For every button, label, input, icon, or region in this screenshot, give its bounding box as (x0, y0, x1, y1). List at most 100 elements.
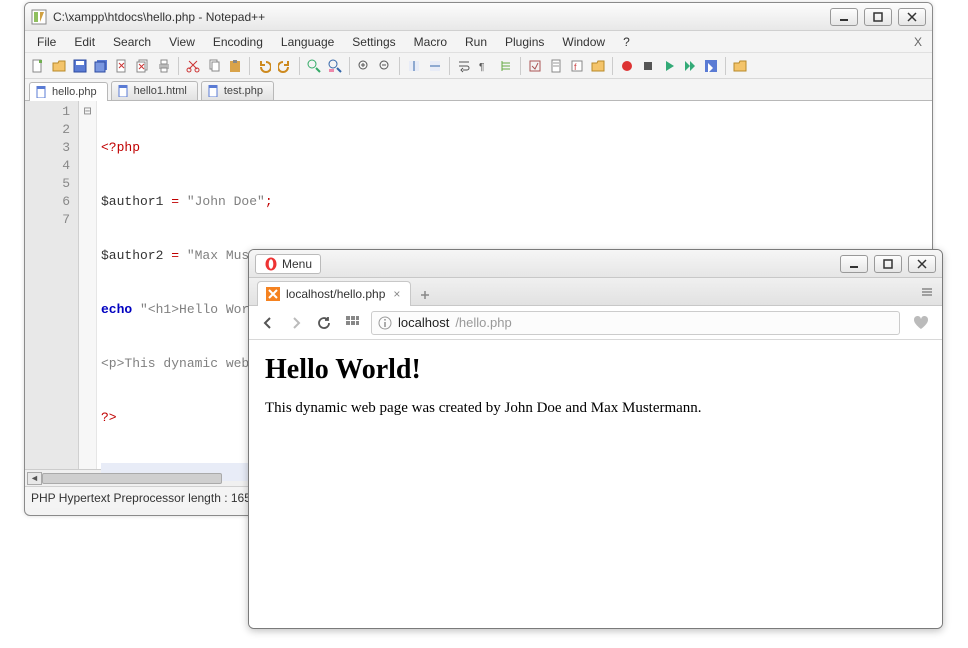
url-path: /hello.php (455, 315, 511, 330)
save-macro-icon[interactable] (702, 57, 720, 75)
menu-encoding[interactable]: Encoding (205, 33, 271, 51)
menu-edit[interactable]: Edit (66, 33, 103, 51)
lang-user-icon[interactable] (526, 57, 544, 75)
print-icon[interactable] (155, 57, 173, 75)
site-info-icon[interactable] (378, 316, 392, 330)
indent-guide-icon[interactable] (497, 57, 515, 75)
toolbar-separator (520, 57, 521, 75)
new-file-icon[interactable] (29, 57, 47, 75)
menu-help[interactable]: ? (615, 33, 638, 51)
close-file-icon[interactable] (113, 57, 131, 75)
file-tab-hello-php[interactable]: hello.php (29, 82, 108, 101)
opera-titlebar[interactable]: Menu (249, 250, 942, 278)
zoom-out-icon[interactable] (376, 57, 394, 75)
status-text: PHP Hypertext Preprocessor length : 165 (31, 491, 251, 505)
opera-logo-icon (264, 257, 278, 271)
func-list-icon[interactable]: f (568, 57, 586, 75)
file-blue-icon (118, 85, 130, 97)
close-all-icon[interactable] (134, 57, 152, 75)
maximize-button[interactable] (864, 8, 892, 26)
menu-macro[interactable]: Macro (406, 33, 455, 51)
minimize-button[interactable] (840, 255, 868, 273)
undo-icon[interactable] (255, 57, 273, 75)
toolbar-separator (725, 57, 726, 75)
window-controls (840, 255, 936, 273)
opera-menu-button[interactable]: Menu (255, 254, 321, 274)
folder-workspace-icon[interactable] (589, 57, 607, 75)
maximize-button[interactable] (874, 255, 902, 273)
tab-close-icon[interactable]: × (391, 287, 402, 301)
window-controls (830, 8, 926, 26)
find-icon[interactable] (305, 57, 323, 75)
record-macro-icon[interactable] (618, 57, 636, 75)
reload-button[interactable] (315, 314, 333, 332)
toolbar-separator (178, 57, 179, 75)
menu-plugins[interactable]: Plugins (497, 33, 552, 51)
show-folder-icon[interactable] (731, 57, 749, 75)
sync-h-icon[interactable] (426, 57, 444, 75)
all-chars-icon[interactable]: ¶ (476, 57, 494, 75)
new-tab-button[interactable] (411, 285, 439, 305)
notepadpp-app-icon (31, 9, 47, 25)
menu-language[interactable]: Language (273, 33, 342, 51)
toolbar-separator (299, 57, 300, 75)
fold-gutter[interactable]: ⊟ (79, 101, 97, 469)
url-host: localhost (398, 315, 449, 330)
opera-page-content: Hello World! This dynamic web page was c… (249, 340, 942, 628)
close-button[interactable] (898, 8, 926, 26)
menu-run[interactable]: Run (457, 33, 495, 51)
save-icon[interactable] (71, 57, 89, 75)
opera-tab-label: localhost/hello.php (286, 287, 385, 301)
bookmark-heart-button[interactable] (910, 312, 932, 334)
notepadpp-file-tabs: hello.php hello1.html test.php (25, 79, 932, 101)
url-input[interactable]: localhost/hello.php (371, 311, 900, 335)
menu-search[interactable]: Search (105, 33, 159, 51)
menu-window[interactable]: Window (554, 33, 613, 51)
play-macro-icon[interactable] (660, 57, 678, 75)
menu-view[interactable]: View (161, 33, 203, 51)
speed-dial-button[interactable] (343, 314, 361, 332)
save-all-icon[interactable] (92, 57, 110, 75)
minimize-button[interactable] (830, 8, 858, 26)
doc-map-icon[interactable] (547, 57, 565, 75)
file-tab-label: hello1.html (134, 85, 187, 97)
wordwrap-icon[interactable] (455, 57, 473, 75)
open-file-icon[interactable] (50, 57, 68, 75)
toolbar-separator (249, 57, 250, 75)
line-number-gutter: 1 2 3 4 5 6 7 (25, 101, 79, 469)
scrollbar-thumb[interactable] (42, 473, 222, 484)
file-tab-hello1-html[interactable]: hello1.html (111, 81, 198, 100)
panel-toggle-icon[interactable] (920, 285, 934, 299)
notepadpp-menubar: File Edit Search View Encoding Language … (25, 31, 932, 53)
file-tab-label: test.php (224, 85, 263, 97)
sync-v-icon[interactable] (405, 57, 423, 75)
file-blue-icon (208, 85, 220, 97)
opera-tab-active[interactable]: localhost/hello.php × (257, 281, 411, 306)
file-blue-icon (36, 86, 48, 98)
menu-settings[interactable]: Settings (344, 33, 403, 51)
toolbar-separator (399, 57, 400, 75)
scroll-left-arrow-icon[interactable]: ◄ (27, 472, 42, 485)
close-button[interactable] (908, 255, 936, 273)
menubar-close-doc[interactable]: X (908, 35, 928, 49)
notepadpp-titlebar[interactable]: C:\xampp\htdocs\hello.php - Notepad++ (25, 3, 932, 31)
opera-window: Menu localhost/hello.php × (248, 249, 943, 629)
play-multi-icon[interactable] (681, 57, 699, 75)
page-heading: Hello World! (265, 354, 926, 386)
toolbar-separator (449, 57, 450, 75)
back-button[interactable] (259, 314, 277, 332)
cut-icon[interactable] (184, 57, 202, 75)
xampp-favicon-icon (266, 287, 280, 301)
replace-icon[interactable] (326, 57, 344, 75)
stop-macro-icon[interactable] (639, 57, 657, 75)
page-paragraph: This dynamic web page was created by Joh… (265, 400, 926, 417)
toolbar-separator (612, 57, 613, 75)
menu-file[interactable]: File (29, 33, 64, 51)
forward-button[interactable] (287, 314, 305, 332)
copy-icon[interactable] (205, 57, 223, 75)
opera-address-bar: localhost/hello.php (249, 306, 942, 340)
file-tab-test-php[interactable]: test.php (201, 81, 274, 100)
zoom-in-icon[interactable] (355, 57, 373, 75)
redo-icon[interactable] (276, 57, 294, 75)
paste-icon[interactable] (226, 57, 244, 75)
